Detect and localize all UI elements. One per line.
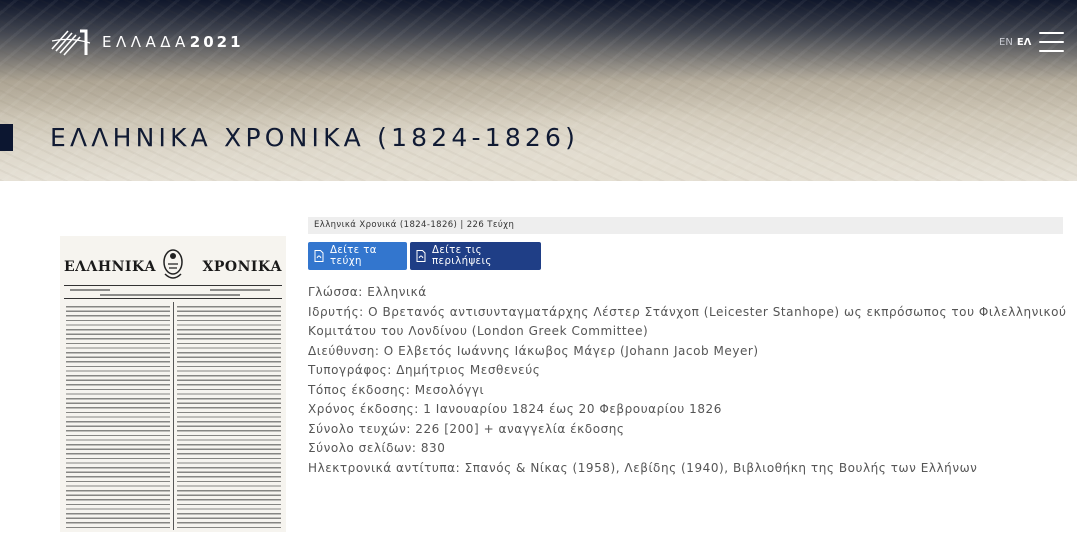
logo-name: ΕΛΛΑΔΑ xyxy=(102,33,190,51)
detail-language: Γλώσσα: Ελληνικά xyxy=(308,285,427,299)
view-issues-label: Δείτε τα τεύχη xyxy=(330,245,377,267)
detail-period: Χρόνος έκδοσης: 1 Ιανουαρίου 1824 έως 20… xyxy=(308,402,722,416)
pdf-file-icon xyxy=(416,250,426,262)
logo-icon xyxy=(51,29,91,56)
text-column-right xyxy=(177,306,281,530)
page-title: ΕΛΛΗΝΙΚΑ ΧΡΟΝΙΚΑ (1824-1826) xyxy=(50,123,580,152)
logo-text: ΕΛΛΑΔΑ 2021 xyxy=(102,33,244,51)
dateline xyxy=(100,294,240,296)
detail-printer: Τυπογράφος: Δημήτριος Μεσθενεύς xyxy=(308,363,541,377)
detail-founder: Ιδρυτής: Ο Βρετανός αντισυνταγματάρχης Λ… xyxy=(308,304,1067,319)
masthead-right: ΧΡΟΝΙΚΑ xyxy=(202,259,282,275)
masthead-left: ΕΛΛΗΝΙΚΑ xyxy=(64,259,156,275)
view-summaries-button[interactable]: Δείτε τις περιλήψεις xyxy=(410,242,541,270)
site-logo[interactable]: ΕΛΛΑΔΑ 2021 xyxy=(50,27,244,57)
text-column-left xyxy=(66,306,170,530)
detail-founder-cont: Κομιτάτου του Λονδίνου (London Greek Com… xyxy=(308,324,649,338)
column-divider xyxy=(173,302,174,530)
publication-details: Γλώσσα: Ελληνικά Ιδρυτής: Ο Βρετανός αντ… xyxy=(308,283,1068,478)
detail-pages-total: Σύνολο σελίδων: 830 xyxy=(308,441,446,455)
pdf-file-icon xyxy=(314,250,324,262)
language-switcher: EN ΕΛ xyxy=(999,37,1031,48)
breadcrumb: Ελληνικά Χρονικά (1824-1826) | 226 Τεύχη xyxy=(308,217,1063,234)
dateline-rule xyxy=(64,298,282,299)
view-summaries-label: Δείτε τις περιλήψεις xyxy=(432,245,492,267)
newspaper-thumbnail[interactable]: ΕΛΛΗΝΙΚΑ ΧΡΟΝΙΚΑ xyxy=(60,236,286,532)
lang-en[interactable]: EN xyxy=(999,37,1013,48)
detail-place: Τόπος έκδοσης: Μεσολόγγι xyxy=(308,382,485,397)
issue-number-line xyxy=(70,289,110,291)
masthead-rule xyxy=(64,285,282,286)
detail-issues-total: Σύνολο τευχών: 226 [200] + αναγγελία έκδ… xyxy=(308,421,625,436)
title-accent-tab xyxy=(0,124,13,151)
view-issues-button[interactable]: Δείτε τα τεύχη xyxy=(308,242,407,270)
issue-note-line xyxy=(210,289,270,291)
hamburger-icon[interactable] xyxy=(1039,32,1064,52)
lang-el[interactable]: ΕΛ xyxy=(1017,37,1032,48)
crest-icon xyxy=(163,249,183,279)
detail-copies: Ηλεκτρονικά αντίτυπα: Σπανός & Νίκας (19… xyxy=(308,460,978,475)
detail-direction: Διεύθυνση: Ο Ελβετός Ιωάννης Ιάκωβος Μάγ… xyxy=(308,343,759,358)
logo-year: 2021 xyxy=(189,33,244,51)
hero-banner: ΕΛΛΑΔΑ 2021 EN ΕΛ ΕΛΛΗΝΙΚΑ ΧΡΟΝΙΚΑ (1824-… xyxy=(0,0,1077,181)
